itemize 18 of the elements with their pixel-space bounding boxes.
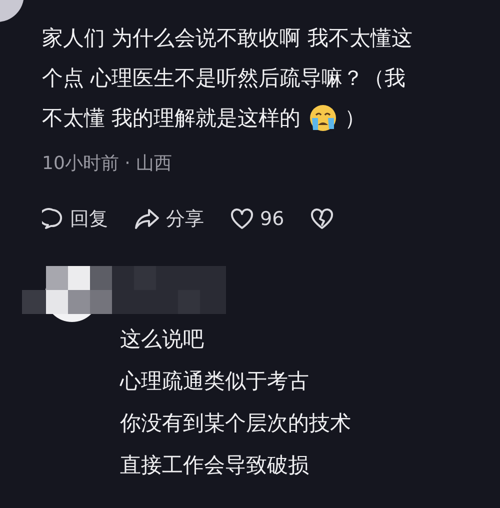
heart-icon [230, 208, 254, 230]
comment-meta: 10小时前 · 山西 [42, 152, 174, 176]
reply-line: 你没有到某个层次的技术 [120, 410, 352, 436]
dislike-button[interactable] [310, 208, 334, 230]
comment-text: 不太懂 我的理解就是这样的 [42, 105, 301, 132]
share-arrow-icon [134, 208, 160, 230]
reply-line: 这么说吧 [120, 326, 205, 352]
reply-button[interactable]: 回复 [42, 205, 108, 234]
share-button[interactable]: 分享 [134, 205, 204, 234]
reply-line: 直接工作会导致破损 [120, 452, 310, 478]
closing-parenthesis: ） [344, 105, 366, 132]
crying-face-icon [308, 104, 337, 132]
like-button[interactable]: 96 [230, 205, 284, 234]
reply-line: 心理疏通类似于考古 [120, 368, 310, 394]
speech-bubble-icon [42, 208, 64, 230]
comment-text: 家人们 为什么会说不敢收啊 我不太懂这 [42, 25, 414, 52]
broken-heart-icon [310, 208, 334, 230]
comment-text: 个点 心理医生不是听然后疏导嘛？（我 [42, 65, 407, 92]
